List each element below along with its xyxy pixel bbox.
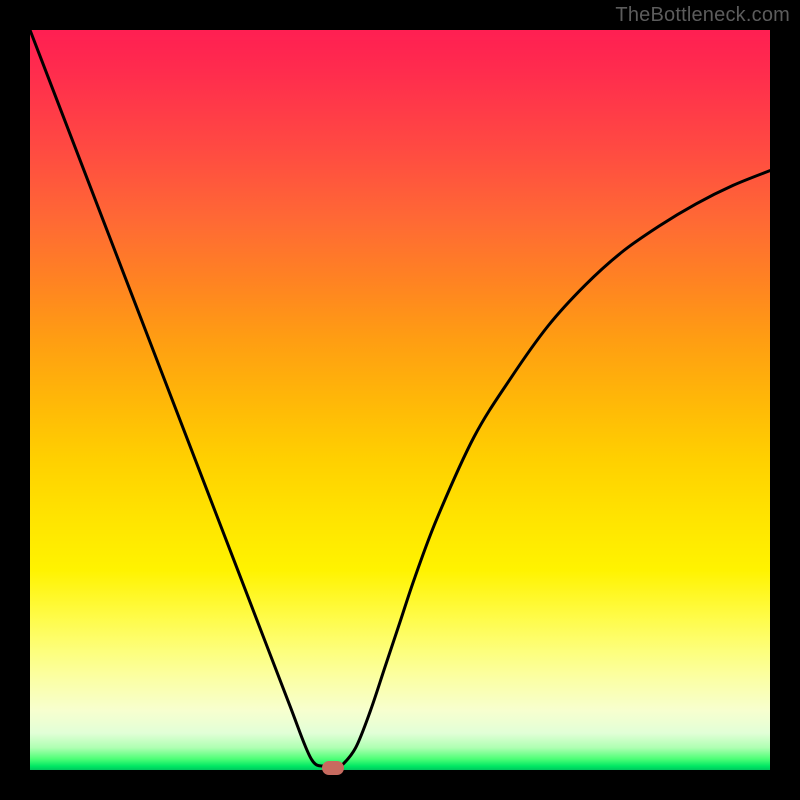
- chart-frame: TheBottleneck.com: [0, 0, 800, 800]
- bottleneck-curve: [30, 30, 770, 770]
- optimal-point-marker: [322, 761, 344, 775]
- watermark-text: TheBottleneck.com: [615, 4, 790, 27]
- plot-area: [30, 30, 770, 770]
